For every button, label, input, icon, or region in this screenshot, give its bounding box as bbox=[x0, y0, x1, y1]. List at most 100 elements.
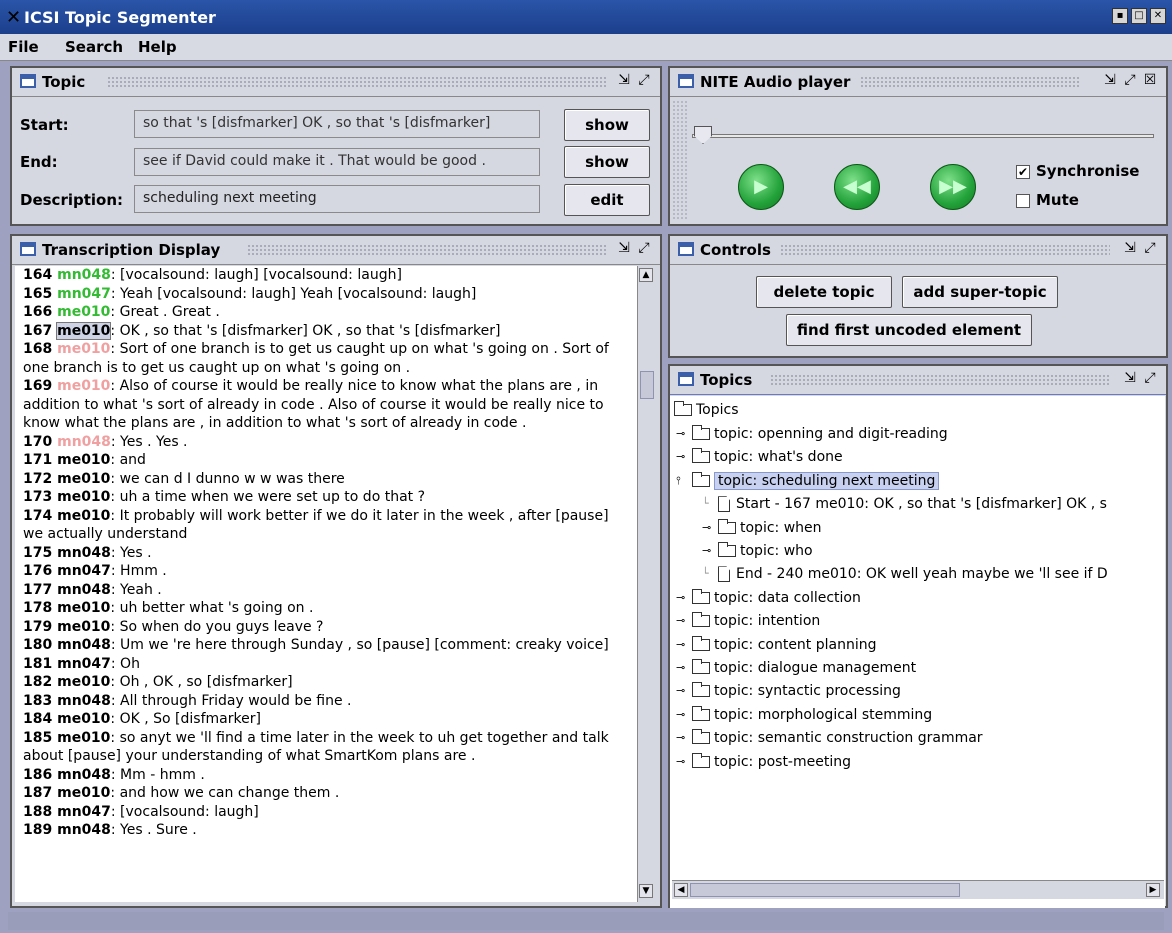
transcript-line[interactable]: 171 me010: and bbox=[15, 451, 637, 470]
maximize-icon[interactable]: ⤢ bbox=[1122, 72, 1138, 88]
scroll-down-icon[interactable]: ▼ bbox=[639, 884, 653, 898]
transcript-line[interactable]: 180 mn048: Um we 're here through Sunday… bbox=[15, 636, 637, 655]
transcript-line[interactable]: 176 mn047: Hmm . bbox=[15, 562, 637, 581]
transcript-list[interactable]: 164 mn048: [vocalsound: laugh] [vocalsou… bbox=[15, 266, 637, 902]
transcript-line[interactable]: 188 mn047: [vocalsound: laugh] bbox=[15, 803, 637, 822]
tree-topic-item[interactable]: ⊸ topic: dialogue management bbox=[676, 658, 916, 678]
undock-icon[interactable]: ⇲ bbox=[1102, 72, 1118, 88]
collapse-icon[interactable]: ⫯ bbox=[676, 471, 692, 491]
speaker-id[interactable]: mn048 bbox=[57, 767, 111, 783]
topic-panel-header[interactable]: Topic ⇲ ⤢ bbox=[12, 68, 660, 97]
expand-icon[interactable]: ⊸ bbox=[676, 635, 692, 655]
start-show-button[interactable]: show bbox=[564, 109, 650, 141]
transcript-line[interactable]: 164 mn048: [vocalsound: laugh] [vocalsou… bbox=[15, 266, 637, 285]
end-show-button[interactable]: show bbox=[564, 146, 650, 178]
tree-topic-item[interactable]: ⊸ topic: post-meeting bbox=[676, 752, 851, 772]
topics-horizontal-scrollbar[interactable]: ◀ ▶ bbox=[672, 880, 1164, 899]
tree-boundary-item[interactable]: └ End - 240 me010: OK well yeah maybe we … bbox=[702, 564, 1108, 584]
speaker-id[interactable]: mn048 bbox=[57, 822, 111, 838]
transcript-line[interactable]: 166 me010: Great . Great . bbox=[15, 303, 637, 322]
maximize-icon[interactable]: ⤢ bbox=[636, 72, 652, 88]
play-button[interactable]: ▶ bbox=[738, 164, 784, 210]
transcript-line[interactable]: 175 mn048: Yes . bbox=[15, 544, 637, 563]
tree-root[interactable]: Topics bbox=[674, 400, 739, 420]
description-field[interactable]: scheduling next meeting bbox=[134, 185, 540, 213]
controls-panel-header[interactable]: Controls ⇲ ⤢ bbox=[670, 236, 1166, 265]
transcript-scrollbar[interactable]: ▲ ▼ bbox=[637, 266, 656, 902]
expand-icon[interactable]: ⊸ bbox=[676, 705, 692, 725]
speaker-id[interactable]: mn047 bbox=[57, 563, 111, 579]
speaker-id[interactable]: me010 bbox=[57, 378, 110, 394]
speaker-id[interactable]: me010 bbox=[57, 304, 110, 320]
transcript-line[interactable]: 165 mn047: Yeah [vocalsound: laugh] Yeah… bbox=[15, 285, 637, 304]
delete-topic-button[interactable]: delete topic bbox=[756, 276, 892, 308]
speaker-id[interactable]: me010 bbox=[57, 600, 110, 616]
expand-icon[interactable]: ⊸ bbox=[702, 518, 718, 538]
audio-position-track[interactable] bbox=[692, 134, 1154, 138]
expand-icon[interactable]: ⊸ bbox=[676, 611, 692, 631]
undock-icon[interactable]: ⇲ bbox=[1122, 240, 1138, 256]
transcript-line[interactable]: 177 mn048: Yeah . bbox=[15, 581, 637, 600]
speaker-id[interactable]: mn048 bbox=[57, 545, 111, 561]
expand-icon[interactable]: ⊸ bbox=[676, 658, 692, 678]
speaker-id[interactable]: mn048 bbox=[57, 267, 111, 283]
transcript-line[interactable]: 182 me010: Oh , OK , so [disfmarker] bbox=[15, 673, 637, 692]
speaker-id[interactable]: me010 bbox=[57, 508, 110, 524]
tree-topic-item[interactable]: ⊸ topic: who bbox=[702, 541, 813, 561]
menu-file[interactable]: File bbox=[8, 38, 39, 56]
transcript-line[interactable]: 183 mn048: All through Friday would be f… bbox=[15, 692, 637, 711]
synchronise-checkbox[interactable]: ✔ bbox=[1016, 165, 1030, 179]
tree-topic-item[interactable]: ⊸ topic: syntactic processing bbox=[676, 681, 901, 701]
speaker-id[interactable]: mn047 bbox=[57, 656, 111, 672]
speaker-id[interactable]: me010 bbox=[57, 785, 110, 801]
speaker-id[interactable]: me010 bbox=[57, 730, 110, 746]
transcript-line[interactable]: 173 me010: uh a time when we were set up… bbox=[15, 488, 637, 507]
transcript-line[interactable]: 181 mn047: Oh bbox=[15, 655, 637, 674]
maximize-window-button[interactable]: □ bbox=[1131, 8, 1147, 24]
tree-topic-item[interactable]: ⊸ topic: content planning bbox=[676, 635, 877, 655]
transcript-line[interactable]: 170 mn048: Yes . Yes . bbox=[15, 433, 637, 452]
start-field[interactable]: so that 's [disfmarker] OK , so that 's … bbox=[134, 110, 540, 138]
transcript-line[interactable]: 167 me010: OK , so that 's [disfmarker] … bbox=[15, 321, 637, 341]
expand-icon[interactable]: ⊸ bbox=[676, 424, 692, 444]
transcript-line[interactable]: 186 mn048: Mm - hmm . bbox=[15, 766, 637, 785]
speaker-id[interactable]: me010 bbox=[57, 711, 110, 727]
undock-icon[interactable]: ⇲ bbox=[616, 72, 632, 88]
menu-search[interactable]: Search bbox=[65, 38, 123, 56]
transcript-line[interactable]: 187 me010: and how we can change them . bbox=[15, 784, 637, 803]
tree-topic-item[interactable]: ⊸ topic: data collection bbox=[676, 588, 861, 608]
tree-topic-item[interactable]: ⊸ topic: what's done bbox=[676, 447, 843, 467]
scroll-up-icon[interactable]: ▲ bbox=[639, 268, 653, 282]
transcript-line[interactable]: 174 me010: It probably will work better … bbox=[15, 507, 637, 544]
speaker-id[interactable]: me010 bbox=[57, 341, 110, 357]
tree-topic-item[interactable]: ⊸ topic: semantic construction grammar bbox=[676, 728, 983, 748]
expand-icon[interactable]: ⊸ bbox=[676, 752, 692, 772]
close-window-button[interactable]: ✕ bbox=[1150, 8, 1166, 24]
rewind-button[interactable]: ◀◀ bbox=[834, 164, 880, 210]
speaker-id[interactable]: me010 bbox=[57, 471, 110, 487]
expand-icon[interactable]: ⊸ bbox=[702, 541, 718, 561]
audio-panel-header[interactable]: NITE Audio player ⇲ ⤢ ☒ bbox=[670, 68, 1166, 97]
speaker-id[interactable]: mn047 bbox=[57, 804, 111, 820]
maximize-icon[interactable]: ⤢ bbox=[1142, 240, 1158, 256]
fast-forward-button[interactable]: ▶▶ bbox=[930, 164, 976, 210]
maximize-icon[interactable]: ⤢ bbox=[1142, 370, 1158, 386]
audio-position-slider[interactable] bbox=[694, 126, 712, 144]
topics-scroll-thumb[interactable] bbox=[690, 883, 960, 897]
find-first-uncoded-button[interactable]: find first uncoded element bbox=[786, 314, 1032, 346]
tree-topic-item[interactable]: ⫯ topic: scheduling next meeting bbox=[676, 471, 940, 491]
minimize-window-button[interactable]: ▪ bbox=[1112, 8, 1128, 24]
transcript-scroll-thumb[interactable] bbox=[640, 371, 654, 399]
speaker-id[interactable]: mn048 bbox=[57, 693, 111, 709]
mute-checkbox[interactable] bbox=[1016, 194, 1030, 208]
speaker-id[interactable]: me010 bbox=[57, 489, 110, 505]
expand-icon[interactable]: ⊸ bbox=[676, 728, 692, 748]
transcript-line[interactable]: 189 mn048: Yes . Sure . bbox=[15, 821, 637, 840]
add-super-topic-button[interactable]: add super-topic bbox=[902, 276, 1058, 308]
undock-icon[interactable]: ⇲ bbox=[616, 240, 632, 256]
tree-topic-item[interactable]: ⊸ topic: morphological stemming bbox=[676, 705, 932, 725]
maximize-icon[interactable]: ⤢ bbox=[636, 240, 652, 256]
expand-icon[interactable]: ⊸ bbox=[676, 447, 692, 467]
close-icon[interactable]: ☒ bbox=[1142, 72, 1158, 88]
end-field[interactable]: see if David could make it . That would … bbox=[134, 148, 540, 176]
